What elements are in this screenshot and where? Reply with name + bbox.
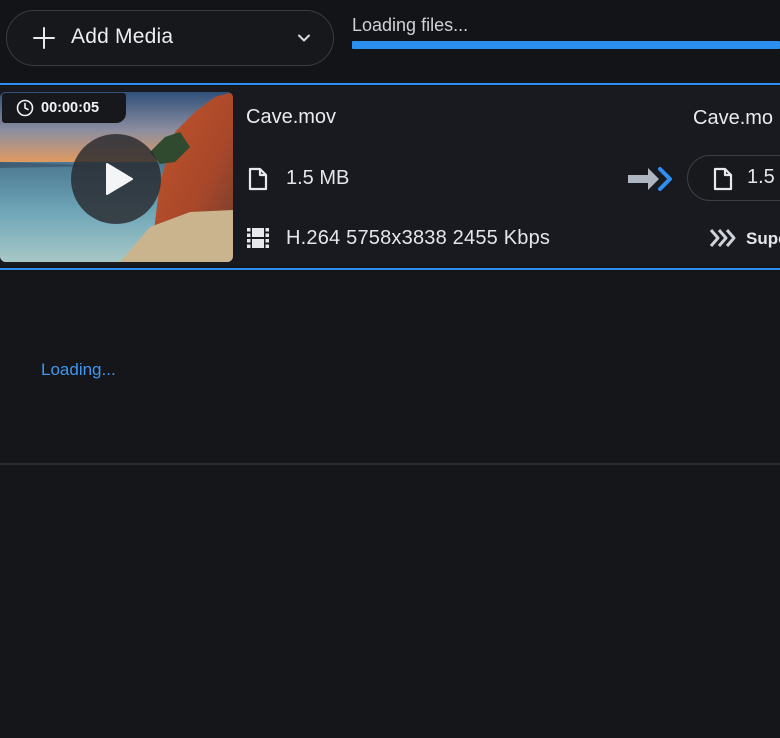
divider xyxy=(0,463,780,465)
progress-fill xyxy=(352,41,780,49)
selection-border-top xyxy=(0,83,780,85)
play-button[interactable] xyxy=(71,134,161,224)
output-file-name: Cave.mo xyxy=(693,107,774,129)
convert-arrow-icon xyxy=(628,167,672,191)
app-window: Add Media Loading files... 00:00:05 Cave… xyxy=(0,0,780,738)
selection-border-bottom xyxy=(0,268,780,270)
plus-icon xyxy=(33,27,55,49)
output-file-size: 1.5 xyxy=(747,166,775,188)
play-icon xyxy=(106,163,133,195)
film-icon xyxy=(247,228,269,248)
source-file-name: Cave.mov xyxy=(246,106,337,128)
chevron-down-icon[interactable] xyxy=(297,31,311,45)
source-file-size: 1.5 MB xyxy=(286,167,350,189)
source-codec-info: H.264 5758x3838 2455 Kbps xyxy=(286,227,551,249)
loading-status-text: Loading files... xyxy=(352,15,469,35)
clock-icon xyxy=(16,99,34,117)
file-icon xyxy=(248,167,268,191)
quality-mode-text[interactable]: Supe xyxy=(746,229,780,249)
loading-progress-bar xyxy=(352,41,780,49)
super-speed-icon xyxy=(709,229,736,247)
toolbar: Add Media Loading files... xyxy=(0,0,780,80)
loading-text: Loading... xyxy=(41,360,116,379)
duration-text: 00:00:05 xyxy=(41,100,100,116)
duration-badge: 00:00:05 xyxy=(2,93,126,123)
file-icon xyxy=(713,167,733,191)
add-media-button[interactable]: Add Media xyxy=(6,10,334,66)
add-media-label: Add Media xyxy=(71,25,174,48)
